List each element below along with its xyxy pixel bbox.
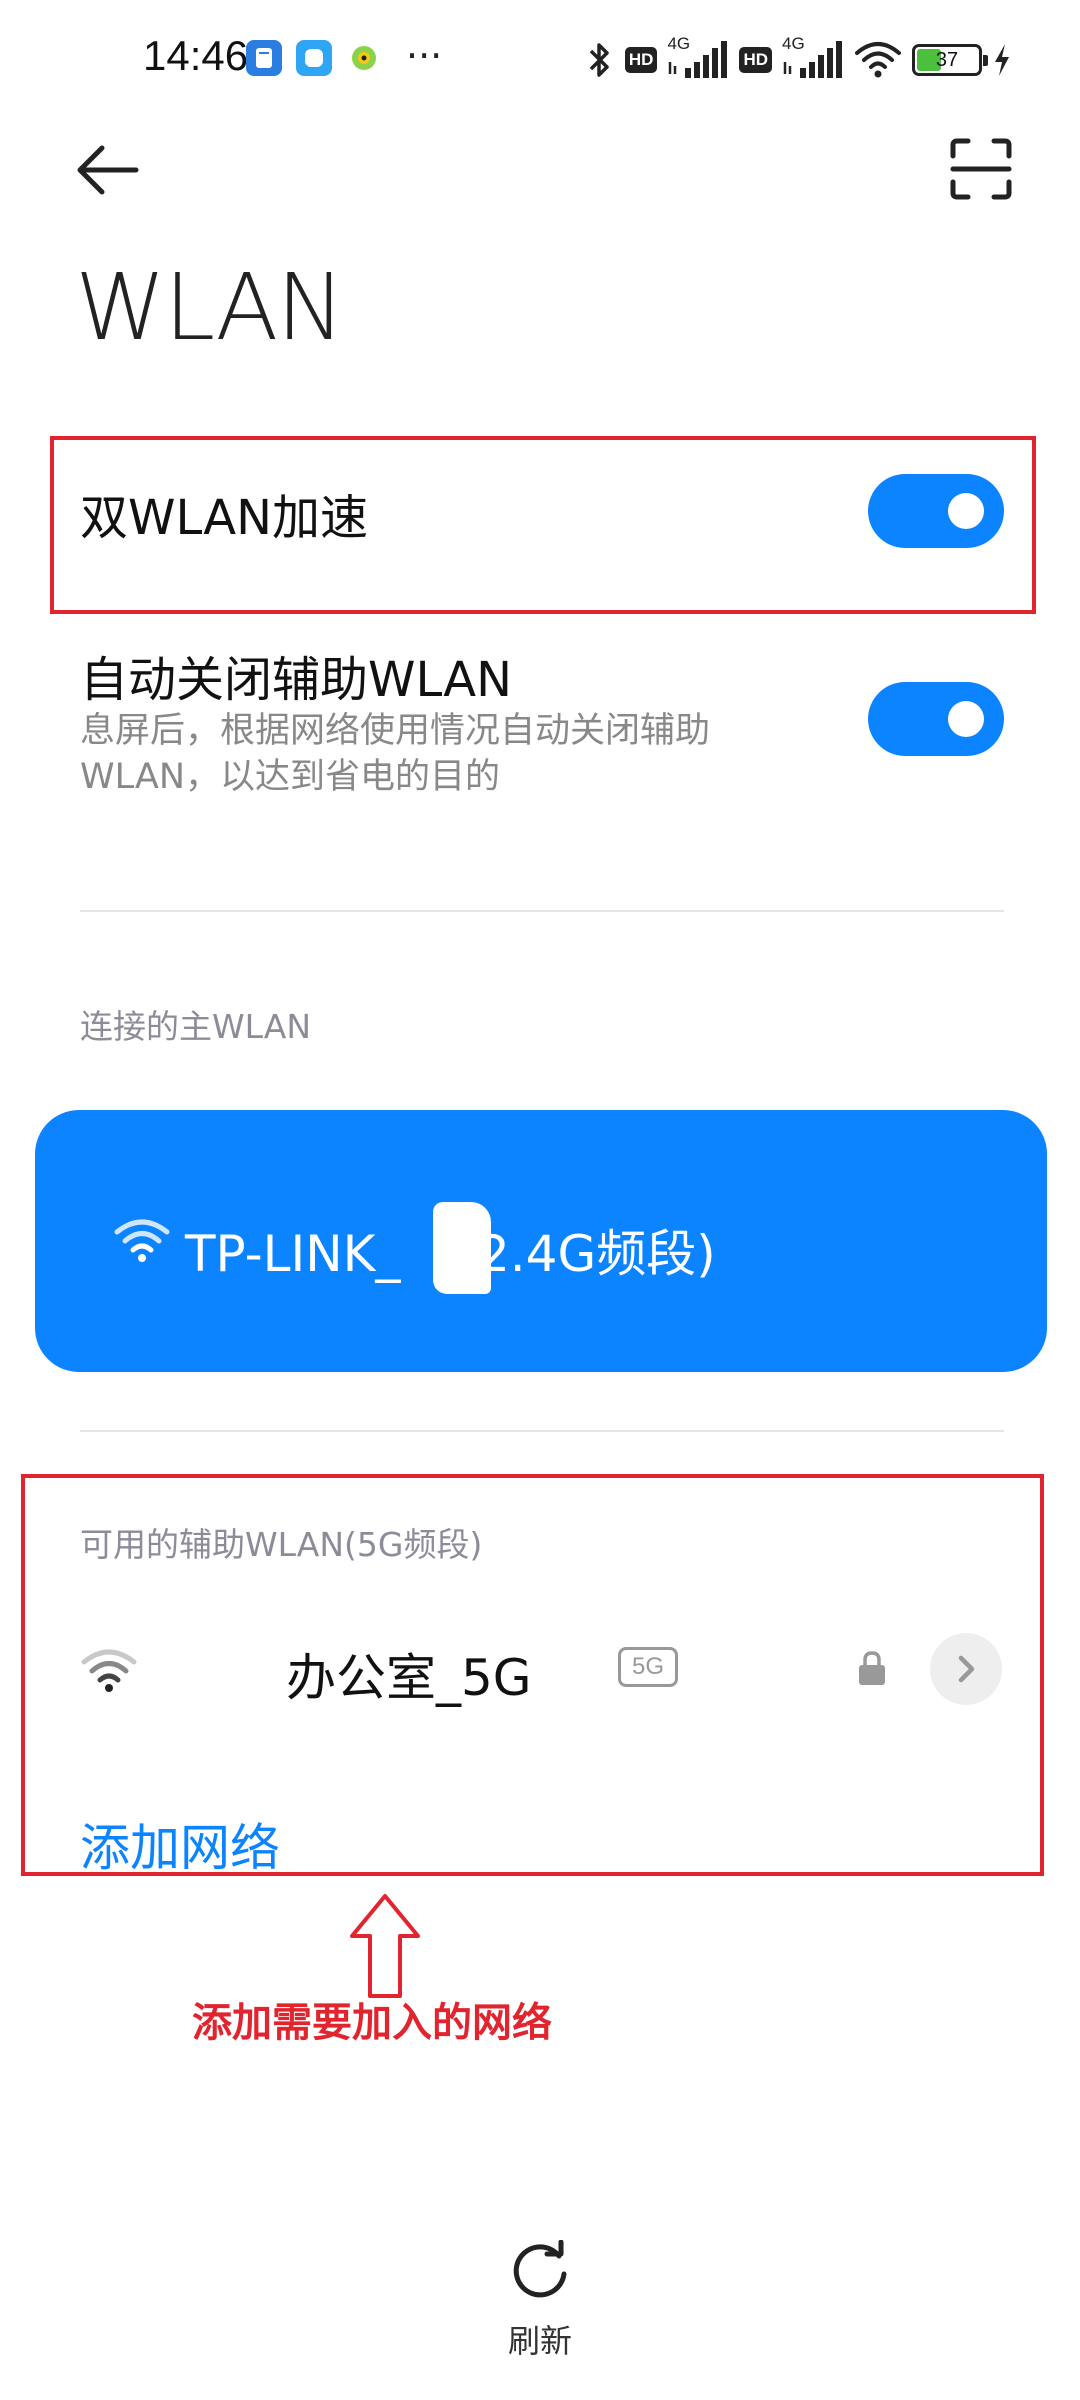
- cellular-signal-icon: 4G: [782, 34, 844, 82]
- refresh-button[interactable]: 刷新: [490, 2240, 590, 2370]
- wifi-status-icon: [855, 42, 901, 78]
- page-title: WLAN: [75, 254, 345, 361]
- redaction-mark: [433, 1202, 491, 1294]
- wifi-icon: [114, 1219, 170, 1262]
- divider: [80, 1430, 1004, 1432]
- battery-icon: 37: [912, 44, 988, 76]
- divider: [80, 910, 1004, 912]
- hd-badge: HD: [624, 47, 658, 73]
- refresh-icon: [513, 2240, 567, 2298]
- add-network-link[interactable]: 添加网络: [80, 1808, 280, 1880]
- more-notifications-icon: ···: [406, 34, 443, 78]
- wifi-signal-icon: [81, 1649, 137, 1692]
- primary-wlan-section-label: 连接的主WLAN: [80, 1007, 312, 1046]
- lock-icon: [859, 1651, 885, 1685]
- network-list-item-name[interactable]: 办公室_5G: [286, 1638, 532, 1710]
- bluetooth-icon: [589, 43, 609, 77]
- toggle-knob: [948, 701, 984, 737]
- battery-level: 37: [935, 49, 959, 71]
- auto-close-description: 息屏后，根据网络使用情况自动关闭辅助WLAN，以达到省电的目的: [80, 711, 711, 797]
- connected-network-card[interactable]: TP-LINK_ (2.4G频段): [35, 1110, 1047, 1372]
- toggle-knob: [948, 493, 984, 529]
- scan-icon[interactable]: [950, 138, 1012, 200]
- status-bar: 14:46 ··· HD 4G HD 4G 37: [0, 28, 1080, 92]
- cellular-signal-icon: 4G: [667, 34, 729, 82]
- dual-wlan-toggle[interactable]: [868, 474, 1004, 548]
- status-time: 14:46: [143, 32, 249, 79]
- auto-close-toggle[interactable]: [868, 682, 1004, 756]
- app-notification-icon: [346, 40, 382, 76]
- status-icons: HD 4G HD 4G 37: [585, 34, 1012, 82]
- secondary-wlan-section-label: 可用的辅助WLAN(5G频段): [80, 1525, 483, 1564]
- band-5g-badge: 5G: [618, 1647, 678, 1687]
- app-notification-icon: [246, 40, 282, 76]
- annotation-text: 添加需要加入的网络: [192, 2000, 552, 2046]
- chevron-right-icon: [958, 1655, 975, 1683]
- charging-icon: [995, 44, 1009, 76]
- hd-badge: HD: [739, 47, 772, 73]
- network-detail-button[interactable]: [930, 1633, 1002, 1705]
- refresh-label: 刷新: [507, 2322, 572, 2360]
- annotation-arrow-icon: [350, 1894, 420, 1998]
- dual-wlan-title: 双WLAN加速: [80, 490, 369, 546]
- auto-close-title: 自动关闭辅助WLAN: [80, 652, 513, 708]
- app-notification-icon: [296, 40, 332, 76]
- back-arrow-icon[interactable]: [72, 140, 142, 200]
